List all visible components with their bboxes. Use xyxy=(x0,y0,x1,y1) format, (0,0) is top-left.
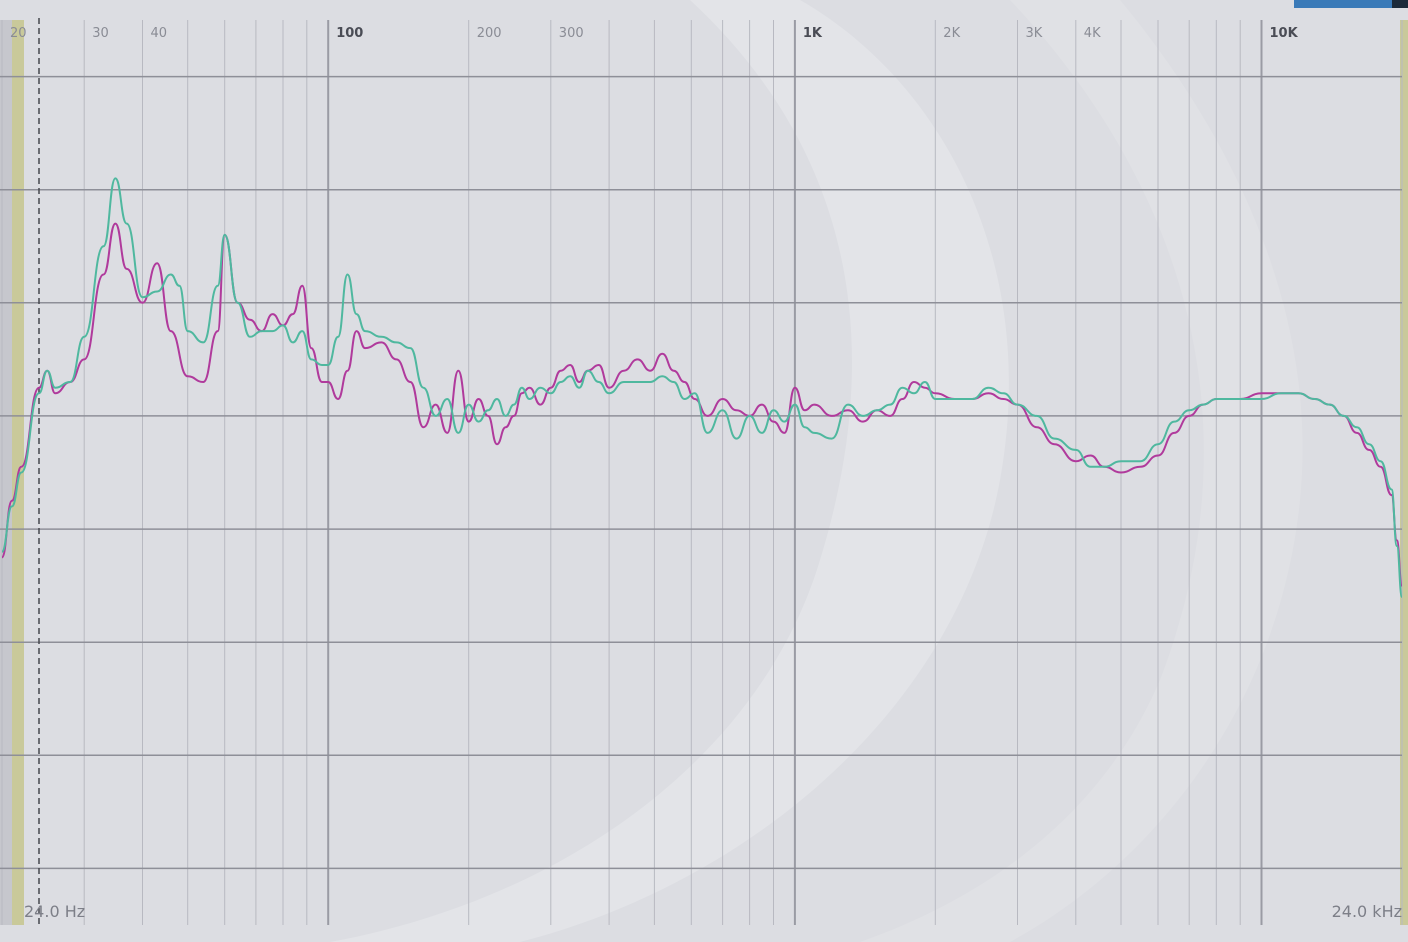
tick-label-10k: 10K xyxy=(1270,26,1299,41)
tick-label-3k: 3K xyxy=(1026,26,1043,41)
range-start-label: 24.0 Hz xyxy=(24,902,85,921)
tick-label-20: 20 xyxy=(10,26,27,41)
tick-label-300: 300 xyxy=(559,26,584,41)
tick-label-100: 100 xyxy=(336,26,363,41)
frequency-response-chart: 2030401002003001K2K3K4K10K20K 24.0 Hz 24… xyxy=(0,0,1408,942)
tick-label-30: 30 xyxy=(92,26,109,41)
top-corner-button[interactable] xyxy=(1294,0,1394,8)
tick-label-200: 200 xyxy=(477,26,502,41)
tick-label-4k: 4K xyxy=(1084,26,1101,41)
range-end-handle[interactable] xyxy=(1400,20,1408,925)
tick-label-2k: 2K xyxy=(943,26,960,41)
tick-label-40: 40 xyxy=(151,26,168,41)
range-end-band[interactable] xyxy=(1400,20,1408,925)
top-corner-edge xyxy=(1392,0,1408,8)
range-end-label: 24.0 kHz xyxy=(1332,902,1402,921)
tick-label-1k: 1K xyxy=(803,26,823,41)
